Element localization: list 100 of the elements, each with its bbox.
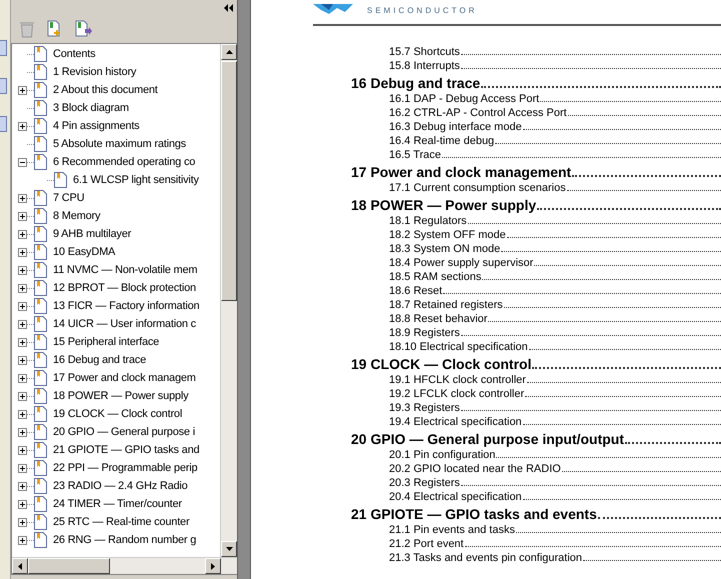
collapse-icon[interactable] [18, 158, 27, 166]
bookmark-page-icon [34, 316, 47, 332]
bookmark-item[interactable]: 9 AHB multilayer [53, 228, 132, 240]
expand-icon[interactable] [18, 410, 27, 418]
toc-entry[interactable]: 16.3 Debug interface mode [389, 120, 522, 133]
bookmark-item[interactable]: 16 Debug and trace [53, 354, 146, 366]
toc-entry[interactable]: 16.1 DAP - Debug Access Port [389, 92, 540, 105]
expand-icon[interactable] [18, 464, 27, 472]
toc-entry[interactable]: 18.5 RAM sections [389, 270, 482, 283]
scroll-down-icon[interactable] [226, 547, 232, 551]
bookmark-item[interactable]: 15 Peripheral interface [53, 336, 160, 348]
vertical-scrollbar[interactable] [220, 44, 237, 557]
bookmark-item[interactable]: 14 UICR — User information c [53, 318, 196, 330]
toc-entry[interactable]: 20.4 Electrical specification [389, 490, 522, 503]
bookmark-item[interactable]: 25 RTC — Real-time counter [53, 516, 190, 528]
toc-entry[interactable]: 19.3 Registers [389, 402, 460, 414]
toc-entry[interactable]: 19.4 Electrical specification [389, 416, 522, 428]
toc-entry[interactable]: 21.3 Tasks and events pin configuration [389, 552, 582, 564]
scroll-up-icon[interactable] [226, 50, 232, 54]
logo-icon [313, 4, 353, 16]
toc-heading[interactable]: 16 Debug and trace [351, 76, 480, 91]
bookmark-page-icon [34, 154, 47, 170]
bookmark-item[interactable]: 10 EasyDMA [53, 246, 116, 258]
toc-entry[interactable]: 15.8 Interrupts [389, 60, 460, 72]
expand-icon[interactable] [18, 320, 27, 328]
bookmark-item[interactable]: 6 Recommended operating co [53, 156, 196, 168]
toc-entry[interactable]: 21.2 Port event [389, 538, 464, 550]
bookmark-item[interactable]: 21 GPIOTE — GPIO tasks and [53, 444, 200, 456]
bookmark-item[interactable]: 18 POWER — Power supply [53, 390, 188, 402]
bookmark-item[interactable]: 7 CPU [53, 192, 84, 204]
new-bookmark-icon[interactable] [47, 20, 63, 38]
expand-icon[interactable] [18, 446, 27, 454]
toc-entry[interactable]: 18.10 Electrical specification [389, 340, 528, 353]
bookmark-arrow-icon[interactable] [75, 20, 93, 38]
bookmark-item[interactable]: 22 PPI — Programmable perip [53, 462, 198, 474]
scrollbar-thumb[interactable] [28, 558, 110, 574]
bookmark-item[interactable]: 11 NVMC — Non-volatile mem [53, 264, 198, 276]
bookmark-item[interactable]: 13 FICR — Factory information [53, 300, 200, 312]
toc-entry[interactable]: 16.5 Trace [389, 148, 441, 161]
toc-entry[interactable]: 21.1 Pin events and tasks [389, 524, 515, 536]
bookmark-item[interactable]: 12 BPROT — Block protection [53, 282, 196, 294]
toc-entry[interactable]: 20.3 Registers [389, 476, 460, 489]
toc-entry[interactable]: 16.4 Real-time debug [389, 134, 494, 147]
bookmark-item[interactable]: 2 About this document [53, 84, 158, 96]
toc-entry[interactable]: 18.8 Reset behavior [389, 312, 488, 325]
expand-icon[interactable] [18, 122, 27, 130]
expand-icon[interactable] [18, 212, 27, 220]
toc-entry[interactable]: 18.1 Regulators [389, 214, 467, 227]
bookmark-item[interactable]: 6.1 WLCSP light sensitivity [73, 174, 199, 186]
toc-entry[interactable]: 20.1 Pin configuration [389, 448, 496, 461]
toc-entry[interactable]: 18.9 Registers [389, 326, 460, 339]
scroll-right-icon[interactable] [211, 562, 215, 570]
expand-icon[interactable] [18, 194, 27, 202]
toc-entry[interactable]: 15.7 Shortcuts [389, 46, 460, 58]
bookmark-item[interactable]: 5 Absolute maximum ratings [53, 138, 186, 150]
bookmark-item[interactable]: 17 Power and clock managem [53, 372, 196, 384]
expand-icon[interactable] [18, 266, 27, 274]
toc-entry[interactable]: 18.6 Reset [389, 284, 442, 297]
expand-icon[interactable] [18, 482, 27, 490]
bookmark-item[interactable]: 24 TIMER — Timer/counter [53, 498, 182, 510]
toc-entry[interactable]: 18.3 System ON mode [389, 242, 500, 255]
toc-entry[interactable]: 18.7 Retained registers [389, 298, 503, 311]
expand-icon[interactable] [18, 86, 27, 94]
bookmark-item[interactable]: 26 RNG — Random number g [53, 534, 196, 546]
toc-entry[interactable]: 17.1 Current consumption scenarios [389, 182, 566, 194]
toc-entry[interactable]: 18.2 System OFF mode [389, 228, 506, 241]
expand-icon[interactable] [18, 500, 27, 508]
bookmark-item[interactable]: 20 GPIO — General purpose i [53, 426, 195, 438]
bookmark-item[interactable]: 4 Pin assignments [53, 120, 140, 132]
bookmark-item[interactable]: 8 Memory [53, 210, 100, 222]
toc-entry[interactable]: 18.4 Power supply supervisor [389, 256, 534, 269]
expand-icon[interactable] [18, 518, 27, 526]
toc-entry[interactable]: 19.2 LFCLK clock controller [389, 388, 524, 400]
bookmark-item[interactable]: 3 Block diagram [53, 102, 129, 114]
toc-entry[interactable]: 19.1 HFCLK clock controller [389, 374, 526, 386]
expand-icon[interactable] [18, 392, 27, 400]
expand-icon[interactable] [18, 338, 27, 346]
toc-heading[interactable]: 20 GPIO — General purpose input/output [351, 432, 624, 447]
expand-icon[interactable] [18, 356, 27, 364]
toc-heading[interactable]: 18 POWER — Power supply [351, 198, 536, 213]
bookmark-item[interactable]: 1 Revision history [53, 66, 136, 78]
expand-icon[interactable] [18, 374, 27, 382]
bookmark-item[interactable]: Contents [53, 48, 96, 60]
scroll-left-icon[interactable] [18, 562, 22, 570]
expand-icon[interactable] [18, 230, 27, 238]
expand-icon[interactable] [18, 248, 27, 256]
expand-icon[interactable] [18, 284, 27, 292]
toc-entry[interactable]: 16.2 CTRL-AP - Control Access Port [389, 106, 567, 119]
toc-heading[interactable]: 17 Power and clock management [351, 164, 572, 180]
scrollbar-thumb[interactable] [221, 61, 237, 301]
expand-icon[interactable] [18, 536, 27, 544]
collapse-panel-icon[interactable] [224, 4, 233, 12]
bookmark-item[interactable]: 19 CLOCK — Clock control [53, 408, 182, 420]
bookmark-item[interactable]: 23 RADIO — 2.4 GHz Radio [53, 480, 188, 492]
toc-entry[interactable]: 20.2 GPIO located near the RADIO [389, 462, 561, 475]
expand-icon[interactable] [18, 428, 27, 436]
toc-heading[interactable]: 21 GPIOTE — GPIO tasks and events [351, 506, 597, 522]
toc-heading[interactable]: 19 CLOCK — Clock control [351, 356, 532, 372]
horizontal-scrollbar[interactable] [12, 557, 237, 574]
expand-icon[interactable] [18, 302, 27, 310]
